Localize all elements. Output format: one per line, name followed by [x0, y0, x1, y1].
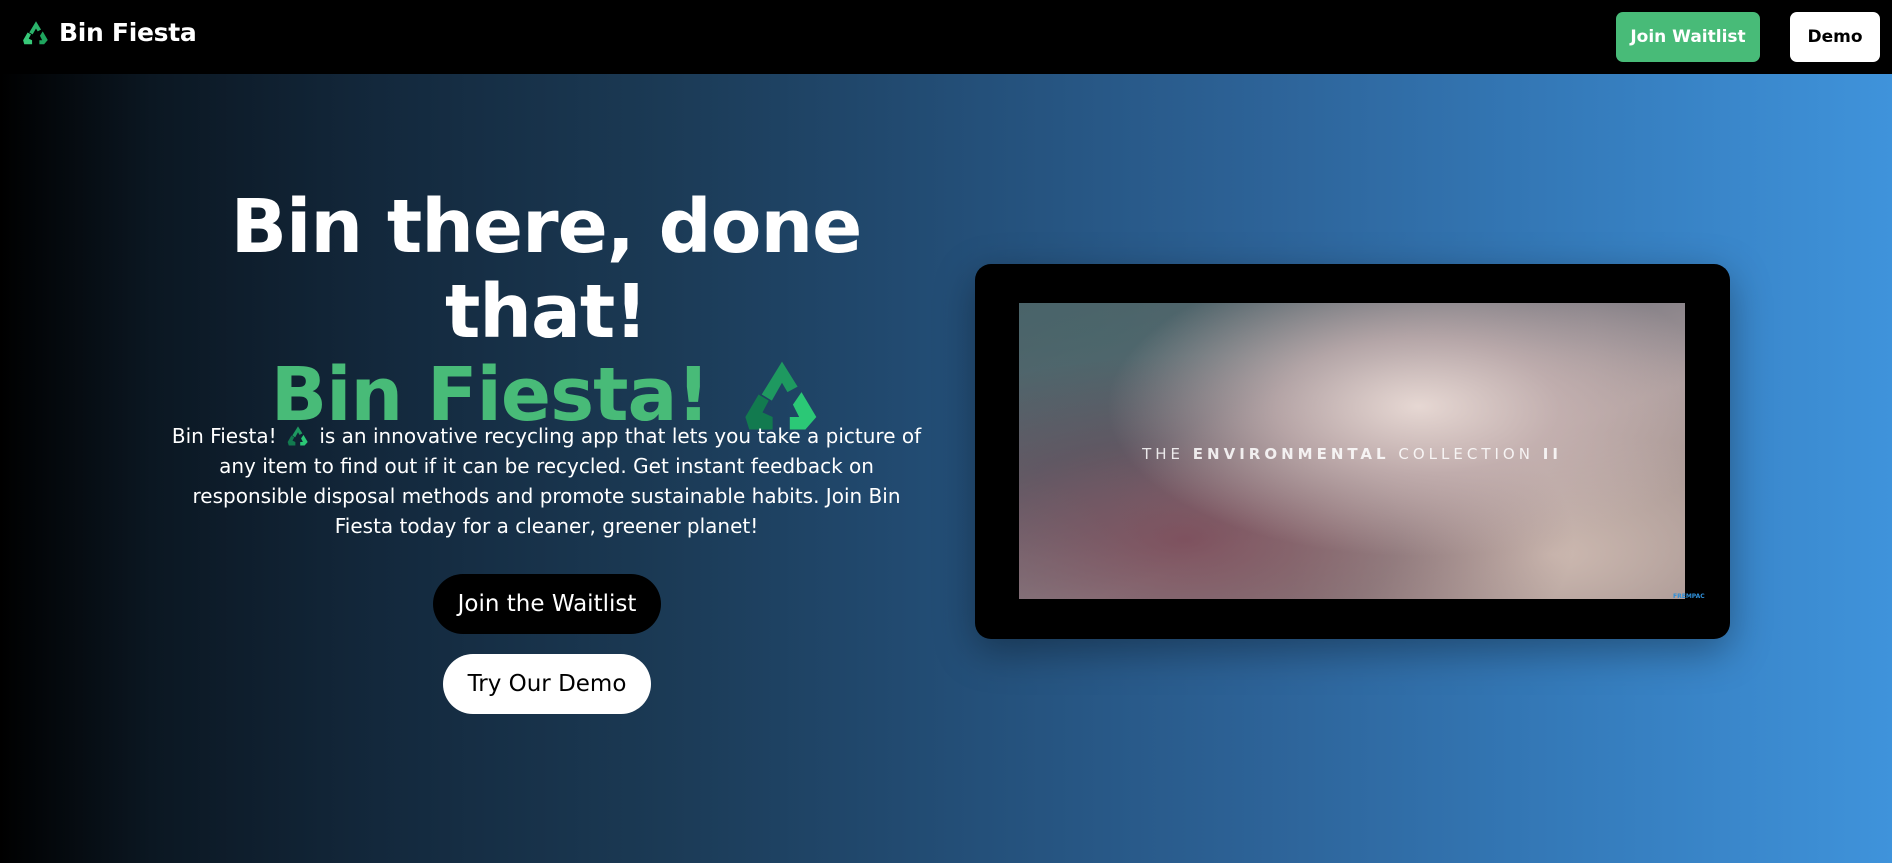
hero-title: Bin there, done that!	[230, 184, 863, 355]
try-our-demo-button[interactable]: Try Our Demo	[443, 654, 651, 714]
recycle-icon	[23, 20, 48, 44]
top-navbar: Bin Fiesta Join Waitlist Demo	[0, 0, 1892, 74]
video-player[interactable]: THE ENVIRONMENTAL COLLECTION II FREMPAC	[975, 264, 1730, 639]
description-brand: Bin Fiesta!	[171, 424, 277, 448]
brand-logo-link[interactable]: Bin Fiesta	[22, 18, 197, 47]
video-frame-earth-clouds[interactable]: THE ENVIRONMENTAL COLLECTION II	[1019, 303, 1685, 599]
join-waitlist-button[interactable]: Join Waitlist	[1616, 12, 1760, 62]
video-caption: THE ENVIRONMENTAL COLLECTION II	[1142, 445, 1562, 463]
hero-description: Bin Fiesta! is an innovative recycling a…	[165, 421, 928, 541]
join-the-waitlist-button[interactable]: Join the Waitlist	[433, 574, 661, 634]
recycle-icon	[287, 426, 308, 446]
video-watermark: FREMPAC	[1673, 593, 1705, 600]
brand-name: Bin Fiesta	[59, 18, 197, 47]
hero-section: Bin there, done that! Bin Fiesta!	[156, 185, 936, 438]
demo-button[interactable]: Demo	[1790, 12, 1880, 62]
